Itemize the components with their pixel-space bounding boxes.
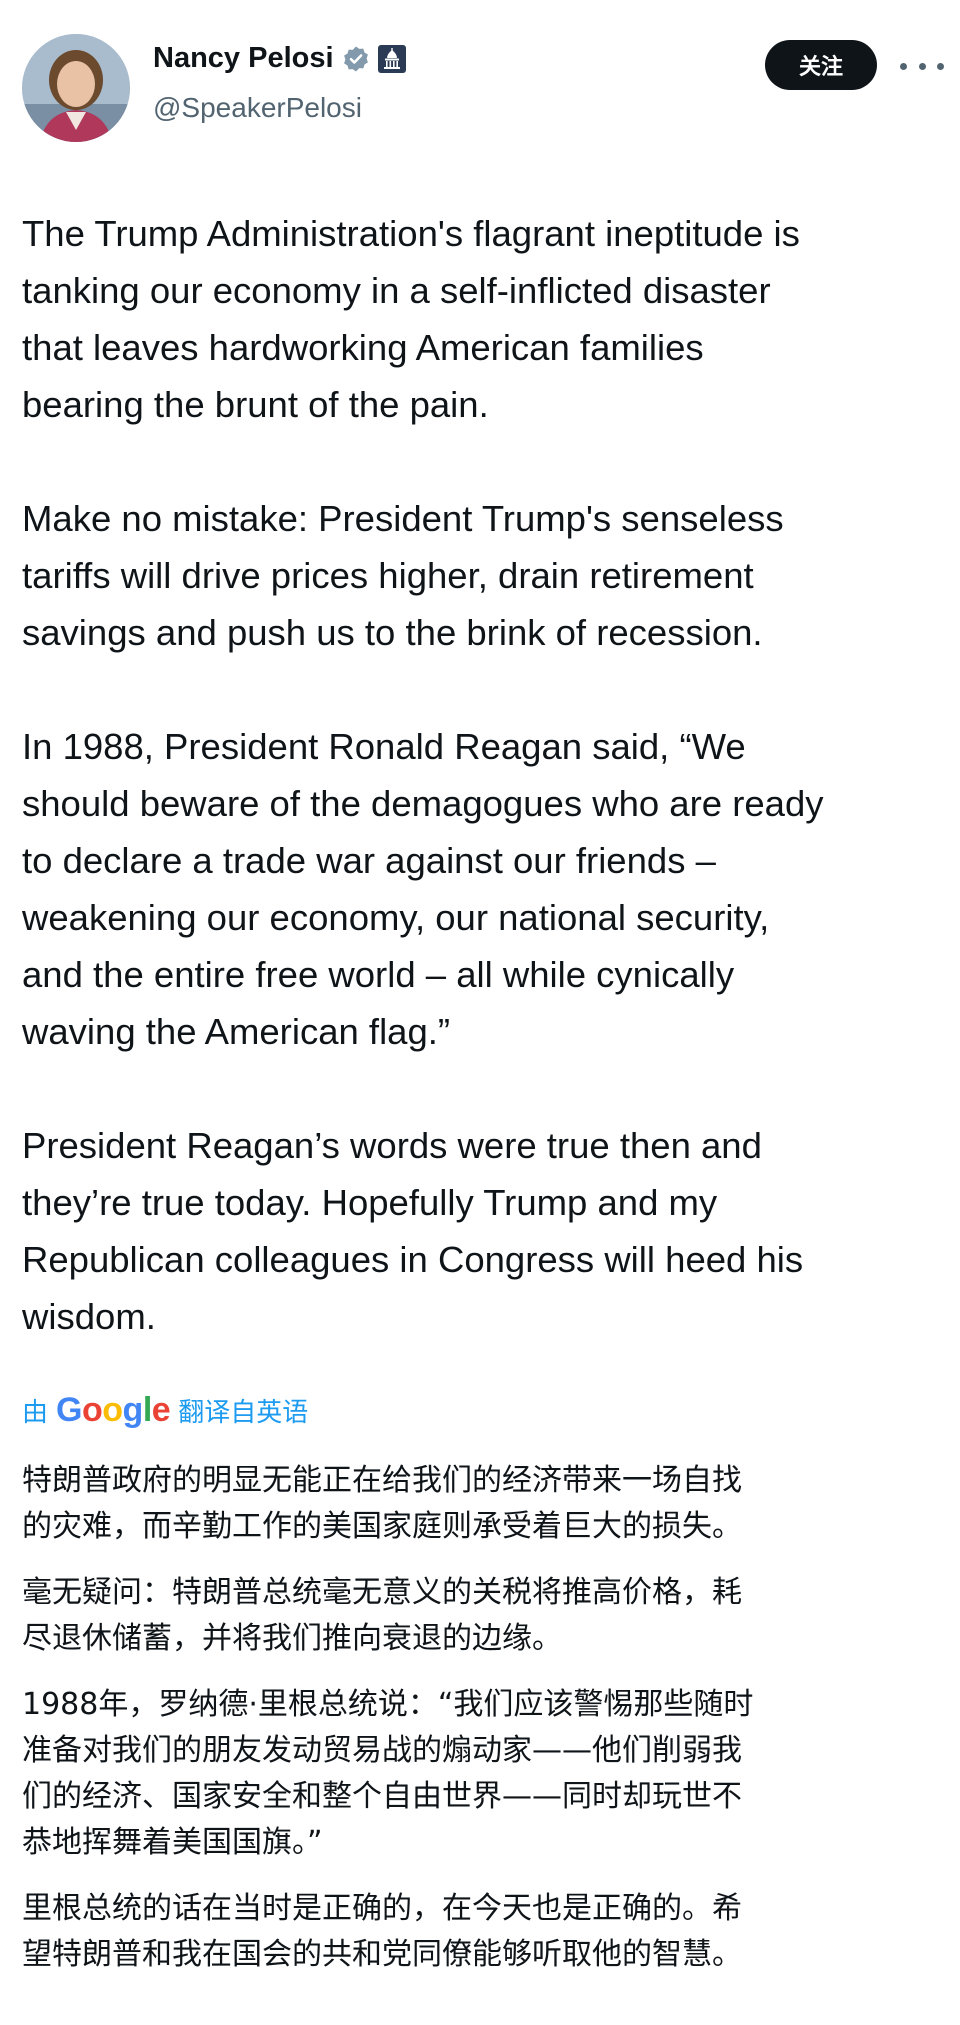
translated-text: 特朗普政府的明显无能正在给我们的经济带来一场自找 的灾难，而辛勤工作的美国家庭则…	[22, 1458, 942, 1998]
tweet-paragraph: Make no mistake: President Trump's sense…	[22, 498, 784, 653]
dot	[900, 62, 907, 70]
translation-paragraph: 1988年，罗纳德·里根总统说：“我们应该警惕那些随时 准备对我们的朋友发动贸易…	[22, 1687, 754, 1860]
tweet-text: The Trump Administration's flagrant inep…	[22, 205, 942, 1345]
avatar-photo-icon	[22, 34, 130, 142]
translated-by-google-link[interactable]: 由 Google 翻译自英语	[22, 1391, 308, 1430]
dot	[937, 62, 944, 70]
avatar[interactable]	[22, 34, 130, 142]
google-logo: Google	[56, 1391, 171, 1429]
translation-paragraph: 里根总统的话在当时是正确的，在今天也是正确的。希 望特朗普和我在国会的共和党同僚…	[22, 1891, 742, 1972]
dot	[918, 62, 926, 70]
tweet-paragraph: In 1988, President Ronald Reagan said, “…	[22, 726, 824, 1052]
tweet-paragraph: The Trump Administration's flagrant inep…	[22, 213, 800, 425]
tweet-paragraph: President Reagan’s words were true then …	[22, 1125, 804, 1337]
follow-button[interactable]: 关注	[765, 40, 877, 90]
name-row: Nancy Pelosi	[153, 44, 406, 73]
more-dots-icon[interactable]	[900, 52, 944, 80]
translate-suffix: 翻译自英语	[178, 1398, 309, 1428]
user-handle[interactable]: @SpeakerPelosi	[153, 94, 362, 122]
translate-prefix: 由	[22, 1398, 49, 1428]
tweet-header: Nancy Pelosi @SpeakerPelosi 关注	[0, 0, 960, 160]
translation-paragraph: 毫无疑问：特朗普总统毫无意义的关税将推高价格，耗 尽退休储蓄，并将我们推向衰退的…	[22, 1575, 742, 1656]
verified-badge-icon	[342, 45, 370, 73]
capitol-building-icon	[377, 44, 406, 73]
display-name[interactable]: Nancy Pelosi	[153, 44, 334, 73]
translation-paragraph: 特朗普政府的明显无能正在给我们的经济带来一场自找 的灾难，而辛勤工作的美国家庭则…	[22, 1463, 742, 1544]
